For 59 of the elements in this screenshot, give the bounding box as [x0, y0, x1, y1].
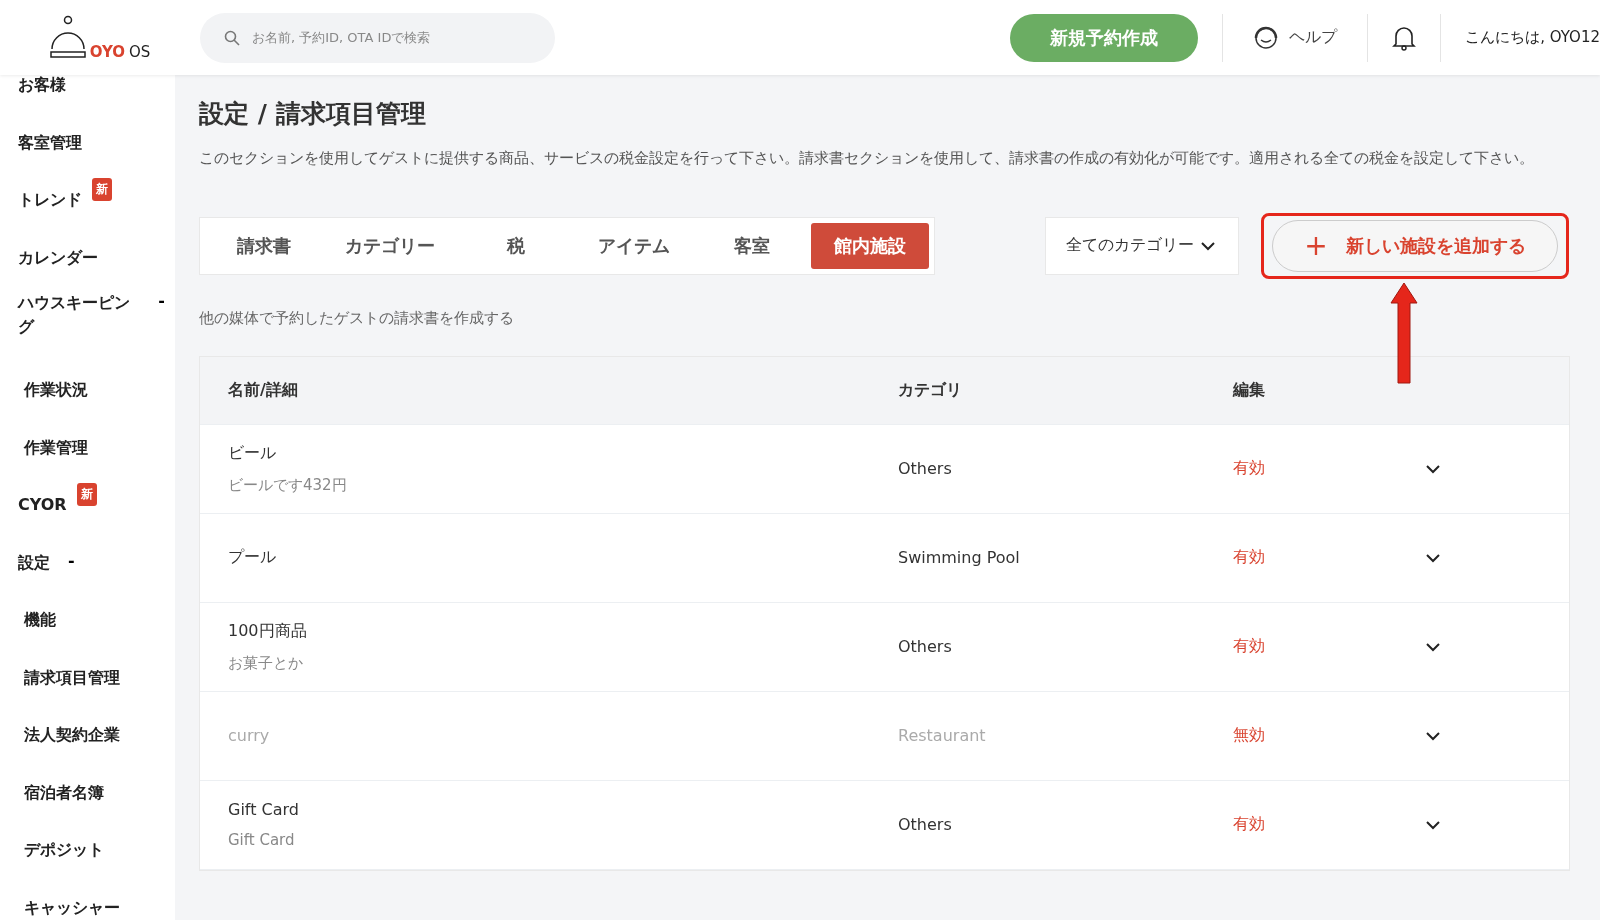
- sidebar-item[interactable]: 作業管理: [18, 435, 88, 460]
- sidebar-item[interactable]: 作業状況: [18, 378, 88, 402]
- item-category: Others: [898, 637, 953, 656]
- item-detail: お菓子とか: [228, 653, 304, 673]
- status-link[interactable]: 有効: [1233, 458, 1423, 479]
- sidebar-item[interactable]: 法人契約企業: [18, 723, 120, 747]
- page-title: 設定 / 請求項目管理: [199, 98, 427, 130]
- item-name: 100円商品: [228, 620, 308, 642]
- sidebar-item[interactable]: 請求項目管理: [18, 665, 120, 690]
- sidebar-item[interactable]: キャッシャー: [18, 895, 120, 920]
- page-description: このセクションを使用してゲストに提供する商品、サービスの税金設定を行って下さい。請求書セクションを使用して、請求書の作成の有効化が可能です。適用される全ての税金を設定して下さい。: [199, 148, 1535, 169]
- section-subtitle: 他の媒体で予約したゲストの請求書を作成する: [199, 308, 515, 328]
- sidebar-item[interactable]: 機能: [18, 608, 56, 632]
- sidebar-item[interactable]: カレンダー: [18, 245, 98, 270]
- search-field[interactable]: お名前, 予約ID, OTA IDで検索: [200, 12, 555, 63]
- help-button[interactable]: ヘルプ: [1247, 23, 1344, 52]
- bell-icon[interactable]: [1392, 24, 1417, 51]
- tab[interactable]: 請求書: [205, 222, 323, 269]
- new-badge: 新: [92, 178, 112, 201]
- status-link[interactable]: 有効: [1233, 814, 1423, 835]
- sidebar-item[interactable]: お客様: [18, 75, 66, 97]
- sidebar-item[interactable]: CYOR: [18, 493, 67, 517]
- item-category: Swimming Pool: [898, 548, 1021, 567]
- sidebar-item[interactable]: 宿泊者名簿: [18, 780, 104, 805]
- tab[interactable]: 館内施設: [811, 222, 929, 269]
- collapse-toggle[interactable]: -: [154, 291, 169, 310]
- tab[interactable]: カテゴリー: [323, 222, 457, 269]
- sidebar-item[interactable]: ハウスキーピング: [18, 291, 143, 339]
- sidebar-item[interactable]: デポジット: [18, 838, 104, 862]
- cloche-icon: [49, 14, 86, 61]
- item-name: curry: [228, 726, 271, 745]
- item-name: Gift Card: [228, 800, 300, 819]
- logo-suffix: OS: [129, 42, 151, 61]
- column-header: 編集: [1233, 379, 1266, 401]
- collapse-toggle[interactable]: -: [64, 550, 79, 570]
- item-category: Restaurant: [898, 726, 987, 745]
- sidebar-item[interactable]: トレンド: [18, 188, 82, 212]
- status-link[interactable]: 無効: [1233, 725, 1423, 746]
- tab[interactable]: 客室: [693, 222, 811, 269]
- search-icon: [224, 29, 240, 46]
- category-dropdown[interactable]: 全てのカテゴリー: [1045, 216, 1239, 275]
- item-name: ビール: [228, 442, 277, 464]
- item-detail: ビールです432円: [228, 475, 348, 495]
- item-detail: Gift Card: [228, 831, 296, 849]
- greeting-text: こんにちは, OYO12: [1465, 28, 1600, 47]
- item-category: Others: [898, 459, 953, 478]
- status-link[interactable]: 有効: [1233, 636, 1423, 657]
- item-category: Others: [898, 815, 953, 834]
- status-link[interactable]: 有効: [1233, 547, 1423, 568]
- item-name: プール: [228, 547, 277, 568]
- tab[interactable]: 税: [457, 222, 575, 269]
- column-header: カテゴリ: [898, 379, 963, 401]
- logo-brand: OYO: [89, 42, 125, 61]
- add-facility-button[interactable]: + 新しい施設を追加する: [1272, 219, 1558, 272]
- new-badge: 新: [76, 483, 97, 506]
- tab[interactable]: アイテム: [575, 222, 693, 269]
- column-header: 名前/詳細: [228, 379, 299, 401]
- sidebar-item[interactable]: 客室管理: [18, 130, 82, 155]
- sidebar-item[interactable]: 設定: [18, 550, 50, 575]
